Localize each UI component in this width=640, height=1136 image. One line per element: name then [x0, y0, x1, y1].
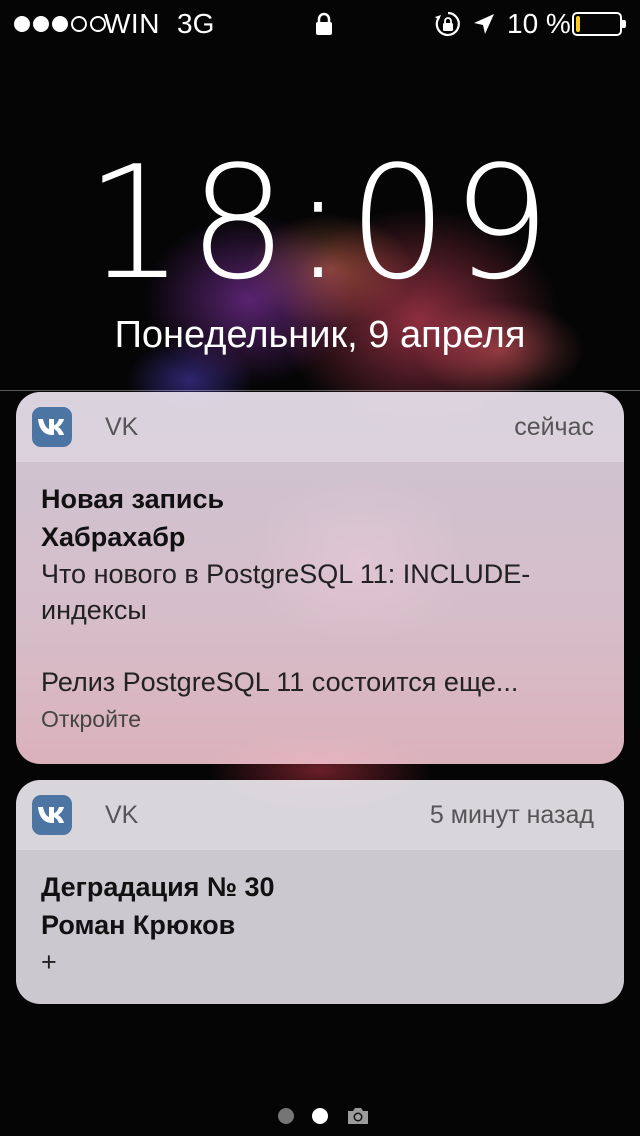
notification-time: сейчас [514, 412, 594, 441]
notification-subtitle: Роман Крюков [41, 910, 236, 940]
notification-subtitle: Хабрахабр [41, 522, 186, 552]
notification-action-hint: Откройте [41, 706, 141, 732]
notification-text: индексы [41, 595, 147, 625]
vk-icon [32, 407, 72, 447]
battery-icon [572, 12, 626, 36]
notification-body: Деградация № 30 Роман Крюков + [16, 850, 624, 980]
signal-dot [14, 16, 30, 32]
lock-screen-date: Понедельник, 9 апреля [114, 314, 526, 356]
notification-card[interactable]: VK сейчас Новая запись Хабрахабр Что нов… [16, 392, 624, 764]
notification-text: Что нового в PostgreSQL 11: INCLUDE- [41, 559, 531, 589]
network-type: 3G [177, 8, 215, 39]
camera-icon[interactable] [346, 1106, 370, 1126]
battery-level-fill [576, 16, 580, 32]
signal-dot [71, 16, 87, 32]
notification-app-name: VK [105, 412, 139, 441]
status-bar: WIN 3G 10 % [0, 0, 640, 48]
notification-time: 5 минут назад [429, 800, 594, 829]
page-dot[interactable] [278, 1108, 294, 1124]
lock-icon [316, 12, 332, 35]
orientation-lock-icon [435, 11, 460, 37]
carrier-name: WIN [104, 8, 160, 39]
signal-strength-icon [14, 16, 106, 32]
signal-dot [52, 16, 68, 32]
vk-icon [32, 795, 72, 835]
location-icon [474, 14, 494, 34]
notification-title: Новая запись [41, 484, 225, 514]
notification-body: Новая запись Хабрахабр Что нового в Post… [16, 462, 624, 736]
page-dot-active[interactable] [312, 1108, 328, 1124]
notification-header: VK сейчас [16, 392, 624, 462]
page-indicator [278, 1106, 370, 1126]
battery-percentage: 10 % [507, 8, 571, 39]
signal-dot [33, 16, 49, 32]
lock-screen-clock: 18:09 [85, 132, 555, 314]
notification-text: Релиз PostgreSQL 11 состоится еще... [41, 667, 519, 697]
notification-text: + [41, 947, 57, 977]
notification-title: Деградация № 30 [41, 872, 275, 902]
notification-header: VK 5 минут назад [16, 780, 624, 850]
notification-app-name: VK [105, 800, 139, 829]
notification-card[interactable]: VK 5 минут назад Деградация № 30 Роман К… [16, 780, 624, 1004]
divider [0, 390, 640, 391]
